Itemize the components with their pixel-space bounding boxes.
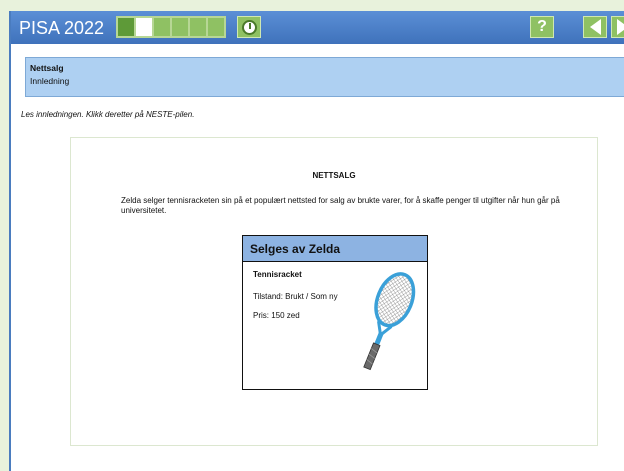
help-button[interactable]: ? (530, 16, 554, 38)
item-name: Tennisracket (253, 270, 302, 279)
instruction-text: Les innledningen. Klikk deretter på NEST… (21, 110, 195, 119)
stimulus-panel: NETTSALG Zelda selger tennisracketen sin… (70, 137, 598, 446)
progress-bar (116, 16, 226, 38)
progress-segment (208, 18, 224, 36)
back-button[interactable] (583, 16, 607, 38)
next-button[interactable] (611, 16, 624, 38)
next-arrow-icon (617, 19, 624, 35)
tennis-racket-icon (363, 272, 416, 371)
question-mark-icon: ? (537, 18, 547, 35)
brand-title: PISA 2022 (19, 18, 105, 38)
listing-header: Selges av Zelda (243, 236, 427, 262)
item-condition: Tilstand: Brukt / Som ny (253, 292, 338, 301)
test-window: PISA 2022 ? Nettsalg Innledning Les innl… (9, 11, 624, 471)
progress-segment-current (136, 18, 152, 36)
unit-title: Nettsalg (30, 63, 64, 73)
stimulus-body: Zelda selger tennisracketen sin på et po… (121, 196, 560, 215)
clock-icon (241, 19, 257, 35)
progress-segment (172, 18, 188, 36)
progress-segment (118, 18, 134, 36)
item-price: Pris: 150 zed (253, 311, 300, 320)
unit-subtitle: Innledning (30, 76, 70, 86)
progress-segment (154, 18, 170, 36)
top-toolbar: PISA 2022 ? (11, 11, 624, 44)
unit-header: Nettsalg Innledning (25, 57, 624, 97)
timer-button[interactable] (237, 16, 261, 38)
progress-segment (190, 18, 206, 36)
back-arrow-icon (589, 19, 601, 35)
stimulus-title: NETTSALG (312, 171, 356, 180)
sale-listing-card: Selges av Zelda Tennisracket Tilstand: B… (242, 235, 428, 390)
